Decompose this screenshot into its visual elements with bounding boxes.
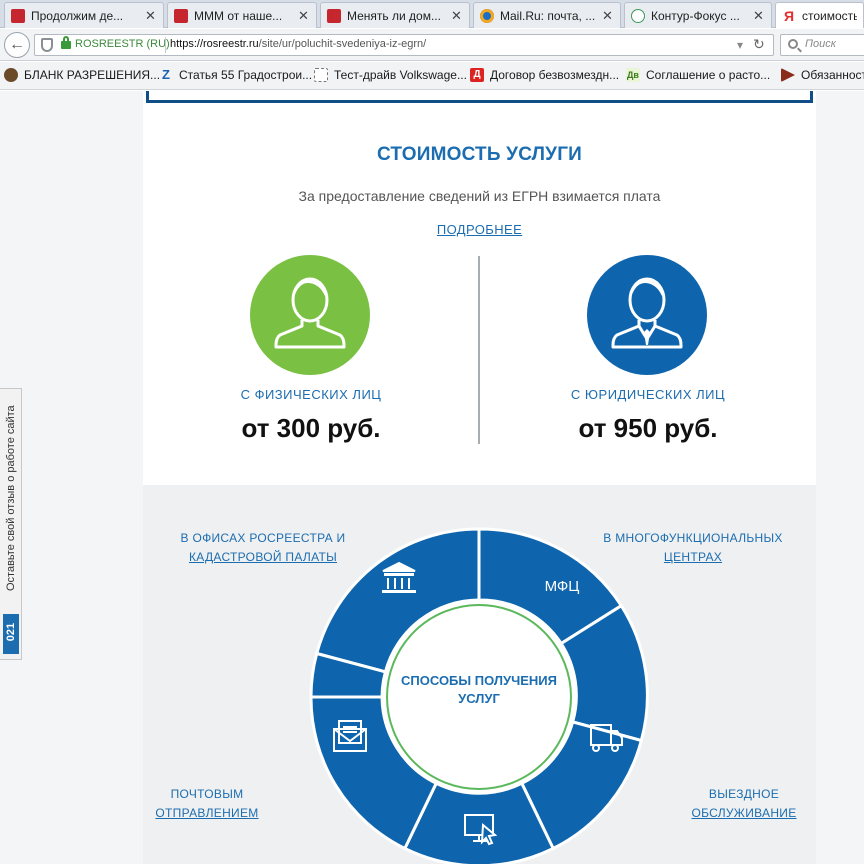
individual-person-icon [250, 255, 370, 375]
arrow-icon [781, 68, 795, 82]
d-icon: Д [470, 68, 484, 82]
tab-bar: Продолжим де... ✕ МММ от наше... ✕ Менят… [0, 0, 864, 28]
individuals-label: С ФИЗИЧЕСКИХ ЛИЦ [240, 387, 382, 402]
search-input[interactable]: Поиск [780, 34, 864, 56]
center-label-line1: СПОСОБЫ ПОЛУЧЕНИЯ [401, 673, 557, 688]
z-icon: Z [162, 67, 170, 82]
legal-entity-person-icon [587, 255, 707, 375]
kontur-icon [631, 8, 645, 23]
url-divider [165, 37, 166, 53]
lock-icon[interactable] [61, 36, 71, 49]
reload-icon[interactable]: ↻ [753, 36, 765, 53]
browser-tab-active[interactable]: Я стоимость [775, 2, 864, 28]
browser-tab[interactable]: Продолжим де... ✕ [4, 2, 164, 28]
red-flag-icon [11, 8, 25, 23]
back-button[interactable]: ← [4, 32, 30, 58]
yandex-icon: Я [783, 7, 795, 24]
close-icon[interactable]: ✕ [602, 8, 614, 24]
url-host: https://rosreestr.ru [170, 38, 259, 50]
offices-label-line1: В ОФИСАХ РОСРЕЕСТРА И [180, 531, 346, 545]
site-identity[interactable]: ROSREESTR (RU) [75, 38, 170, 50]
dv-icon: Дв [626, 68, 640, 82]
offices-label[interactable]: В ОФИСАХ РОСРЕЕСТРА И КАДАСТРОВОЙ ПАЛАТЫ [163, 529, 363, 567]
bookmark-item[interactable]: Z Статья 55 Градострои... [159, 67, 313, 83]
post-label[interactable]: ПОЧТОВЫМ ОТПРАВЛЕНИЕМ [147, 785, 267, 823]
tab-label: Продолжим де... [31, 8, 124, 23]
url-path: /site/ur/poluchit-svedeniya-iz-egrn/ [258, 38, 427, 50]
red-flag-icon [174, 8, 188, 23]
tab-label: Менять ли дом... [347, 8, 441, 23]
page-title: СТОИМОСТЬ УСЛУГИ [376, 144, 583, 165]
bookmark-item[interactable]: Дв Соглашение о расто... [626, 68, 770, 82]
offices-label-line2: КАДАСТРОВОЙ ПАЛАТЫ [188, 550, 338, 564]
tab-label: Mail.Ru: почта, ... [500, 8, 596, 23]
pricing-divider [478, 256, 480, 444]
address-bar[interactable]: ROSREESTR (RU) https://rosreestr.ru/site… [34, 34, 774, 56]
more-link-row: ПОДРОБНЕЕ [143, 222, 816, 237]
page-icon [314, 68, 328, 82]
person-outline-icon [274, 277, 346, 349]
search-icon [788, 39, 798, 49]
bookmark-label: БЛАНК РАЗРЕШЕНИЯ... [24, 68, 161, 82]
service-ways-panel: СПОСОБЫ ПОЛУЧЕНИЯ УСЛУГ МФЦ В ОФИСАХ РОС… [143, 485, 816, 864]
bookmark-label: Соглашение о расто... [646, 68, 771, 82]
page-subtitle: За предоставление сведений из ЕГРН взима… [298, 188, 661, 204]
close-icon[interactable]: ✕ [145, 8, 157, 24]
previous-section-frame [146, 91, 813, 103]
browser-tab[interactable]: Mail.Ru: почта, ... ✕ [473, 2, 621, 28]
url-text[interactable]: https://rosreestr.ru/site/ur/poluchit-sv… [170, 38, 426, 50]
post-label-line2: ОТПРАВЛЕНИЕМ [155, 806, 259, 820]
mfc-label[interactable]: В МНОГОФУНКЦИОНАЛЬНЫХ ЦЕНТРАХ [588, 529, 798, 567]
close-icon[interactable]: ✕ [753, 8, 765, 24]
feedback-text: Оставьте свой отзыв о работе сайта [5, 405, 17, 591]
visit-label[interactable]: ВЫЕЗДНОЕ ОБСЛУЖИВАНИЕ [684, 785, 804, 823]
close-icon[interactable]: ✕ [451, 8, 463, 24]
post-label-line1: ПОЧТОВЫМ [170, 787, 244, 801]
mfc-segment-label: МФЦ [545, 578, 580, 595]
bookmark-label: Договор безвозмездн... [490, 68, 620, 82]
dropdown-arrow-icon[interactable]: ▾ [737, 38, 743, 52]
red-flag-icon [327, 8, 341, 23]
mfc-label-line1: В МНОГОФУНКЦИОНАЛЬНЫХ [603, 531, 783, 545]
mail-ru-icon [480, 8, 494, 23]
tab-label: МММ от наше... [194, 8, 283, 23]
bookmarks-bar: БЛАНК РАЗРЕШЕНИЯ... Z Статья 55 Градостр… [0, 62, 864, 90]
tab-label: Контур-Фокус ... [651, 8, 740, 23]
browser-tab[interactable]: Контур-Фокус ... ✕ [624, 2, 772, 28]
businessman-outline-icon [611, 277, 683, 349]
tab-label: стоимость [802, 8, 857, 23]
feedback-tab[interactable]: Оставьте свой отзыв о работе сайта 021 [0, 388, 22, 660]
close-icon[interactable]: ✕ [298, 8, 310, 24]
browser-tab[interactable]: Менять ли дом... ✕ [320, 2, 470, 28]
feedback-badge: 021 [3, 614, 19, 654]
eagle-icon [4, 68, 18, 82]
navigation-bar: ← ROSREESTR (RU) https://rosreestr.ru/si… [0, 29, 864, 61]
bookmark-label: Обязанности [801, 68, 864, 82]
individuals-price: от 300 руб. [241, 413, 381, 443]
bookmark-item[interactable]: Тест-драйв Volkswage... [314, 68, 467, 82]
bookmark-label: Тест-драйв Volkswage... [334, 68, 467, 82]
feedback-badge-number: 021 [5, 622, 17, 642]
visit-label-line2: ОБСЛУЖИВАНИЕ [691, 806, 797, 820]
visit-label-line1: ВЫЕЗДНОЕ [708, 787, 780, 801]
search-placeholder: Поиск [805, 38, 836, 50]
more-link[interactable]: ПОДРОБНЕЕ [437, 222, 522, 237]
mfc-label-line2: ЦЕНТРАХ [663, 550, 723, 564]
legal-entities-price: от 950 руб. [578, 413, 718, 443]
legal-entities-label: С ЮРИДИЧЕСКИХ ЛИЦ [570, 387, 726, 402]
bookmark-item[interactable]: БЛАНК РАЗРЕШЕНИЯ... [4, 68, 160, 82]
bookmark-item[interactable]: Д Договор безвозмездн... [470, 68, 619, 82]
bookmark-label: Статья 55 Градострои... [179, 68, 313, 82]
page-viewport: СТОИМОСТЬ УСЛУГИ За предоставление сведе… [0, 91, 864, 864]
center-label-line2: УСЛУГ [458, 691, 500, 706]
browser-tab[interactable]: МММ от наше... ✕ [167, 2, 317, 28]
bookmark-item[interactable]: Обязанности [781, 68, 864, 82]
shield-icon[interactable] [41, 38, 53, 52]
content-column: СТОИМОСТЬ УСЛУГИ За предоставление сведе… [143, 91, 816, 864]
